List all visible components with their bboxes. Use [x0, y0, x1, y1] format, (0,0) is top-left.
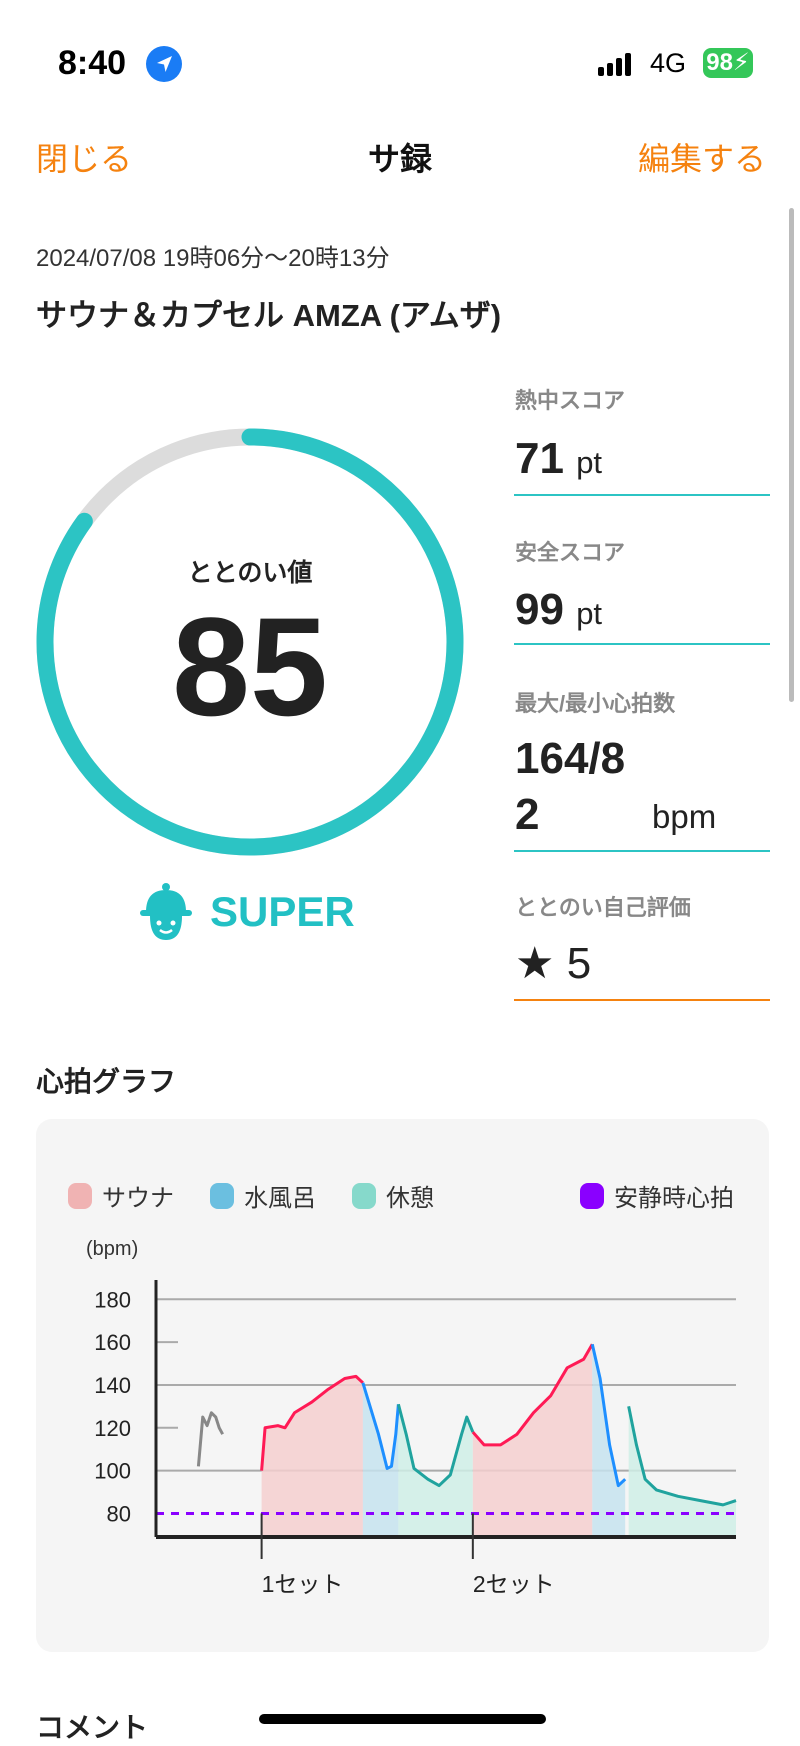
set-label: 2セット [473, 1571, 555, 1597]
y-tick-label: 180 [94, 1287, 131, 1312]
y-tick-label: 160 [94, 1330, 131, 1355]
y-tick-label: 80 [107, 1501, 131, 1526]
heart-rate-line [196, 1411, 224, 1467]
home-indicator[interactable] [259, 1714, 546, 1724]
heart-rate-chart: 180 160 140 120 100 80 1セット 2セット [94, 1280, 737, 1597]
y-tick-label: 120 [94, 1416, 131, 1441]
set-label: 1セット [262, 1571, 344, 1597]
phase-area [472, 1344, 593, 1537]
y-tick-label: 100 [94, 1459, 131, 1484]
y-tick-label: 140 [94, 1373, 131, 1398]
phase-area [628, 1406, 736, 1537]
comment-title: コメント [36, 1712, 149, 1743]
